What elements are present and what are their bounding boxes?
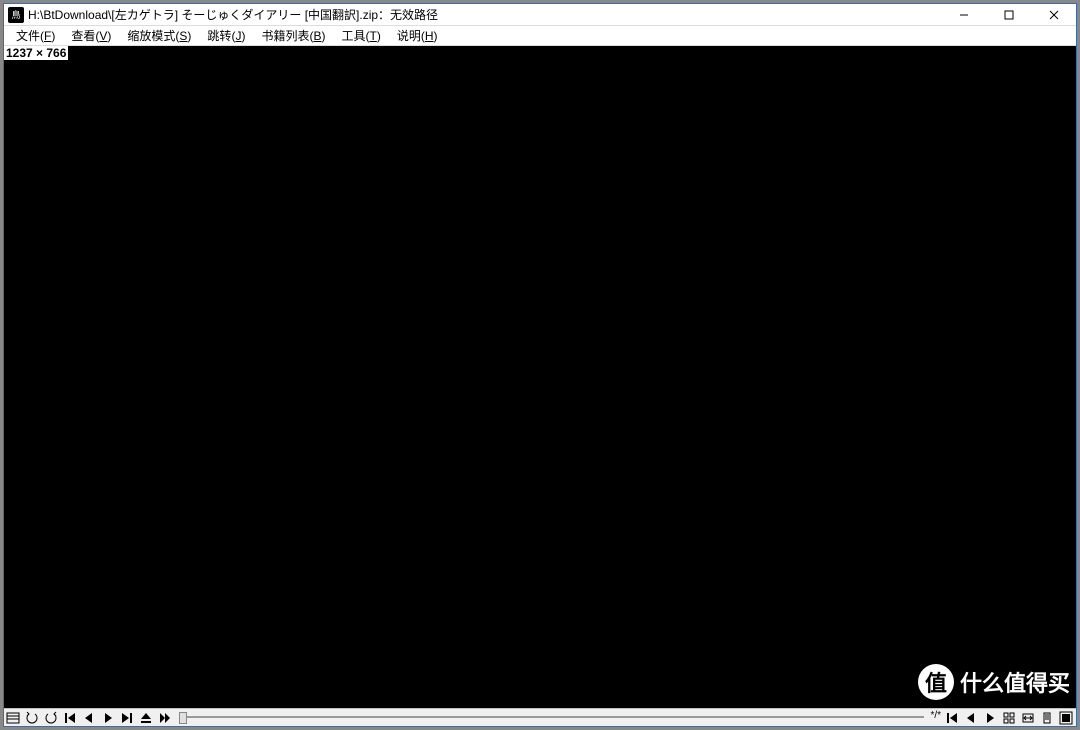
skip-forward-icon[interactable] — [156, 710, 174, 726]
goto-first-icon[interactable] — [943, 710, 961, 726]
prev-page-icon[interactable] — [80, 710, 98, 726]
rotate-left-icon[interactable] — [23, 710, 41, 726]
menubar: 文件(F) 查看(V) 缩放模式(S) 跳转(J) 书籍列表(B) 工具(T) … — [4, 26, 1076, 46]
watermark-text: 什么值得买 — [960, 666, 1070, 698]
maximize-button[interactable] — [986, 4, 1031, 26]
app-icon: 鳥 — [8, 7, 24, 23]
fullscreen-icon[interactable] — [1057, 710, 1075, 726]
window-controls — [941, 4, 1076, 25]
first-page-icon[interactable] — [61, 710, 79, 726]
menu-file[interactable]: 文件(F) — [8, 25, 63, 46]
menu-tools[interactable]: 工具(T) — [333, 25, 388, 46]
single-page-icon[interactable] — [1038, 710, 1056, 726]
list-view-icon[interactable] — [4, 710, 22, 726]
menu-scale[interactable]: 缩放模式(S) — [119, 25, 199, 46]
last-page-icon[interactable] — [118, 710, 136, 726]
menu-view[interactable]: 查看(V) — [63, 25, 119, 46]
watermark-badge-icon: 值 — [918, 664, 954, 700]
next-page-icon[interactable] — [99, 710, 117, 726]
rotate-right-icon[interactable] — [42, 710, 60, 726]
slider-thumb[interactable] — [179, 712, 187, 724]
close-button[interactable] — [1031, 4, 1076, 26]
watermark: 值 什么值得买 — [918, 664, 1070, 700]
grid-view-icon[interactable] — [1000, 710, 1018, 726]
page-counter: */* — [928, 710, 943, 726]
right-toolbar: */* — [928, 710, 1076, 726]
menu-books[interactable]: 书籍列表(B) — [253, 25, 333, 46]
window-title: H:\BtDownload\[左カゲトラ] そーじゅくダイアリー [中国翻訳].… — [28, 6, 941, 23]
app-window: 鳥 H:\BtDownload\[左カゲトラ] そーじゅくダイアリー [中国翻訳… — [3, 3, 1077, 727]
page-slider[interactable] — [179, 711, 924, 725]
menu-help[interactable]: 说明(H) — [389, 25, 446, 46]
eject-icon[interactable] — [137, 710, 155, 726]
next-icon[interactable] — [981, 710, 999, 726]
statusbar: */* — [4, 708, 1076, 726]
fit-width-icon[interactable] — [1019, 710, 1037, 726]
dimension-label: 1237 × 766 — [4, 46, 68, 60]
titlebar: 鳥 H:\BtDownload\[左カゲトラ] そーじゅくダイアリー [中国翻訳… — [4, 4, 1076, 26]
image-viewport[interactable]: 1237 × 766 — [4, 46, 1076, 708]
menu-jump[interactable]: 跳转(J) — [199, 25, 253, 46]
minimize-button[interactable] — [941, 4, 986, 26]
prev-icon[interactable] — [962, 710, 980, 726]
